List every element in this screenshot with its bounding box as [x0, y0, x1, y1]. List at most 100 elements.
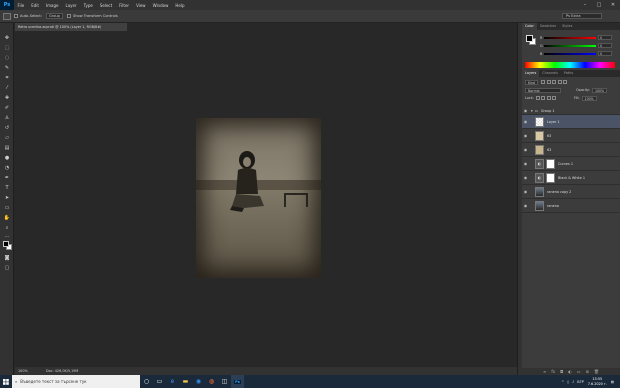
menu-item-image[interactable]: Image: [42, 3, 62, 8]
layer-thumbnail[interactable]: [535, 200, 544, 211]
firefox-icon[interactable]: ◍: [205, 375, 218, 388]
layer-thumbnail[interactable]: [535, 186, 544, 197]
type-tool-icon[interactable]: T: [3, 185, 11, 191]
notifications-icon[interactable]: ▤: [611, 380, 614, 384]
red-value-field[interactable]: 0: [598, 35, 612, 40]
link-layers-icon[interactable]: ∞: [543, 369, 546, 374]
crop-tool-icon[interactable]: ⌗: [3, 75, 11, 81]
color-spectrum[interactable]: [525, 62, 615, 68]
smart-object-filter-icon[interactable]: [563, 80, 568, 84]
layer-thumbnail[interactable]: [535, 144, 544, 155]
layer-row[interactable]: ◉ ranena: [522, 199, 620, 213]
lock-transparent-icon[interactable]: [535, 96, 540, 100]
layer-mask-thumbnail[interactable]: [546, 172, 555, 183]
lock-position-icon[interactable]: [546, 96, 551, 100]
tray-chevron-icon[interactable]: ^: [561, 380, 564, 384]
show-transform-option[interactable]: Show Transform Controls: [66, 14, 118, 18]
multitask-icon[interactable]: ▭: [153, 375, 166, 388]
shape-tool-icon[interactable]: ▭: [3, 205, 11, 211]
layer-row[interactable]: ◉ 63: [522, 143, 620, 157]
auto-select-dropdown[interactable]: Group: [46, 13, 63, 19]
start-button[interactable]: [0, 375, 12, 388]
layer-row[interactable]: ◉ ◐ Black & White 1: [522, 171, 620, 185]
maximize-button[interactable]: □: [592, 0, 606, 10]
zoom-level[interactable]: 100%: [18, 369, 46, 373]
new-group-icon[interactable]: ▭: [577, 369, 581, 374]
fill-field[interactable]: 100%: [581, 95, 597, 101]
tab-paths[interactable]: Paths: [561, 70, 576, 77]
clock[interactable]: 13:55 7.6.2020 г.: [588, 377, 607, 386]
workspace-dropdown[interactable]: Ps Extra: [562, 13, 602, 19]
chevron-down-icon[interactable]: ▾: [531, 109, 533, 113]
pixel-filter-icon[interactable]: [541, 80, 546, 84]
delete-layer-icon[interactable]: 🗑: [594, 369, 599, 374]
dodge-tool-icon[interactable]: ◔: [3, 165, 11, 171]
tab-channels[interactable]: Channels: [539, 70, 561, 77]
tab-styles[interactable]: Styles: [559, 23, 575, 30]
minimize-button[interactable]: –: [578, 0, 592, 10]
adjustment-filter-icon[interactable]: [546, 80, 551, 84]
menu-item-window[interactable]: Window: [149, 3, 172, 8]
layer-row[interactable]: ◉ ranena copy 2: [522, 185, 620, 199]
menu-item-filter[interactable]: Filter: [116, 3, 133, 8]
close-button[interactable]: ✕: [606, 0, 620, 10]
panel-foreground-swatch[interactable]: [526, 35, 533, 42]
gradient-tool-icon[interactable]: ▤: [3, 145, 11, 151]
eye-icon[interactable]: ◉: [522, 189, 529, 194]
healing-tool-icon[interactable]: ✚: [3, 95, 11, 101]
chrome-icon[interactable]: ◉: [192, 375, 205, 388]
blur-tool-icon[interactable]: ●: [3, 155, 11, 161]
clone-stamp-tool-icon[interactable]: ♙: [3, 115, 11, 121]
blue-value-field[interactable]: 0: [598, 51, 612, 56]
doc-size[interactable]: Doc: 426,0K/5,19M: [46, 369, 78, 373]
eye-icon[interactable]: ◉: [522, 108, 529, 113]
store-icon[interactable]: ◫: [218, 375, 231, 388]
foreground-color-swatch[interactable]: [3, 241, 9, 247]
add-mask-icon[interactable]: ◘: [560, 369, 563, 374]
eye-icon[interactable]: ◉: [522, 175, 529, 180]
brush-tool-icon[interactable]: ✐: [3, 105, 11, 111]
menu-item-layer[interactable]: Layer: [62, 3, 80, 8]
layer-row[interactable]: ◉ Layer 1: [522, 115, 620, 129]
history-brush-tool-icon[interactable]: ↺: [3, 125, 11, 131]
zoom-tool-icon[interactable]: ⌕: [3, 225, 11, 231]
quick-select-tool-icon[interactable]: ✎: [3, 65, 11, 71]
hand-tool-icon[interactable]: ✋: [3, 215, 11, 221]
lock-image-icon[interactable]: [541, 96, 546, 100]
eye-icon[interactable]: ◉: [522, 161, 529, 166]
blend-mode-dropdown[interactable]: Normal: [525, 87, 561, 93]
document-image[interactable]: [196, 118, 321, 278]
task-view-icon[interactable]: ○: [140, 375, 153, 388]
more-tools-icon[interactable]: …: [3, 233, 11, 239]
eyedropper-tool-icon[interactable]: ⁄: [3, 85, 11, 91]
layer-row[interactable]: ◉ ◐ Curves 1: [522, 157, 620, 171]
edge-icon[interactable]: e: [166, 375, 179, 388]
auto-select-option[interactable]: Auto-Select:: [14, 14, 42, 18]
language-indicator[interactable]: БГР: [577, 380, 583, 384]
auto-select-checkbox[interactable]: [14, 14, 18, 18]
lasso-tool-icon[interactable]: ◌: [3, 55, 11, 61]
menu-item-edit[interactable]: Edit: [28, 3, 43, 8]
menu-item-view[interactable]: View: [133, 3, 150, 8]
move-tool-preset-icon[interactable]: [3, 12, 11, 20]
quick-mask-icon[interactable]: ◙: [3, 255, 11, 261]
menu-item-file[interactable]: File: [14, 3, 28, 8]
layer-mask-thumbnail[interactable]: [546, 158, 555, 169]
type-filter-icon[interactable]: [552, 80, 557, 84]
eye-icon[interactable]: ◉: [522, 133, 529, 138]
green-slider[interactable]: [544, 44, 596, 47]
path-select-tool-icon[interactable]: ➤: [3, 195, 11, 201]
document-tab[interactable]: Retro ucenika.acproti @ 100% (Layer 1, R…: [15, 23, 127, 31]
tab-color[interactable]: Color: [522, 23, 537, 30]
eye-icon[interactable]: ◉: [522, 147, 529, 152]
eye-icon[interactable]: ◉: [522, 203, 529, 208]
lock-all-icon[interactable]: [552, 96, 557, 100]
green-value-field[interactable]: 0: [598, 43, 612, 48]
photoshop-taskbar-icon[interactable]: Ps: [231, 375, 244, 388]
network-icon[interactable]: ▯: [567, 380, 569, 384]
opacity-field[interactable]: 100%: [591, 87, 608, 93]
menu-item-help[interactable]: Help: [172, 3, 188, 8]
new-layer-icon[interactable]: ⊞: [586, 369, 589, 374]
adjustment-layer-icon[interactable]: ◐: [568, 369, 572, 374]
taskbar-search[interactable]: ⌕ Въведете текст за търсене тук: [12, 375, 140, 388]
